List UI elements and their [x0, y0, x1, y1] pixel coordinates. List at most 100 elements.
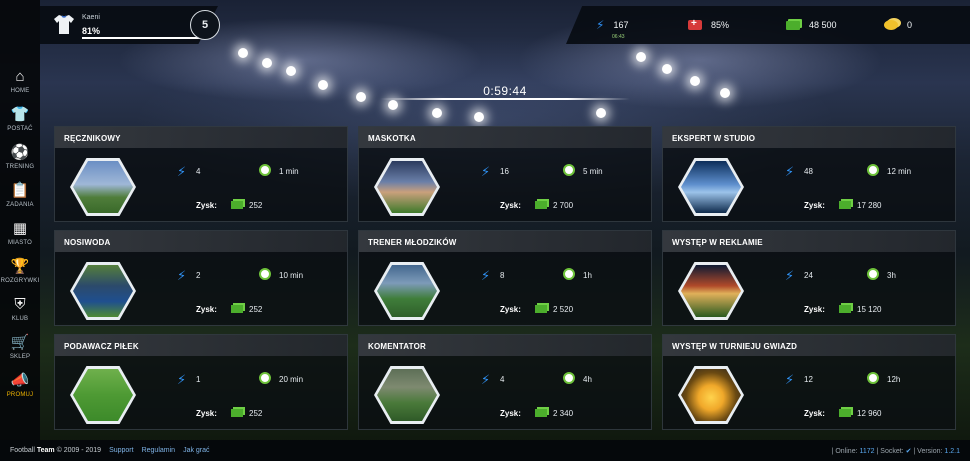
health-value: 85% — [711, 20, 730, 30]
sidebar-item-6[interactable]: ⛨ KLUB — [0, 290, 40, 328]
job-title: WYSTĘP W TURNIEJU GWIAZD — [663, 335, 955, 356]
job-energy: 4 — [500, 375, 505, 384]
job-card[interactable]: PODAWACZ PIŁEK ⚡ 1 20 min Zysk: 252 — [54, 334, 348, 430]
money-icon — [535, 305, 547, 313]
money-icon — [839, 409, 851, 417]
footer-brand-b: Team — [36, 447, 55, 454]
howto-link[interactable]: Jak grać — [183, 447, 209, 454]
job-duration: 1h — [583, 271, 592, 280]
job-title: EKSPERT W STUDIO — [663, 127, 955, 148]
sidebar-item-5[interactable]: 🏆 ROZGRYWKI — [0, 252, 40, 290]
energy-icon: ⚡ — [481, 372, 491, 387]
health-icon — [688, 18, 702, 30]
cart-icon: 🛒 — [10, 333, 30, 351]
job-card[interactable]: EKSPERT W STUDIO ⚡ 48 12 min Zysk: 17 280 — [662, 126, 956, 222]
sidebar-item-1[interactable]: 👕 POSTAĆ — [0, 100, 40, 138]
job-energy: 4 — [196, 167, 201, 176]
job-card[interactable]: KOMENTATOR ⚡ 4 4h Zysk: 2 340 — [358, 334, 652, 430]
energy-icon: ⚡ — [596, 18, 605, 32]
stopwatch-icon — [259, 268, 271, 280]
energy-value: 167 — [613, 20, 629, 30]
sidebar-item-8[interactable]: 📣 PROMUJ — [0, 366, 40, 404]
sidebar-item-label: MIASTO — [7, 239, 33, 246]
energy-icon: ⚡ — [177, 164, 187, 179]
trophy-icon: 🏆 — [10, 257, 30, 275]
job-energy: 48 — [804, 167, 813, 176]
job-duration: 12 min — [887, 167, 912, 176]
player-percent: 81% — [82, 26, 101, 36]
profit-label: Zysk: — [804, 409, 825, 418]
stopwatch-icon — [867, 164, 879, 176]
job-card[interactable]: MASKOTKA ⚡ 16 5 min Zysk: 2 700 — [358, 126, 652, 222]
clipboard-icon: 📋 — [10, 181, 30, 199]
job-card[interactable]: NOSIWODA ⚡ 2 10 min Zysk: 252 — [54, 230, 348, 326]
money-icon — [786, 20, 800, 30]
energy-icon: ⚡ — [785, 372, 795, 387]
profit-label: Zysk: — [500, 409, 521, 418]
coins-stat[interactable]: 0 — [884, 6, 912, 44]
version-value: 1.2.1 — [944, 448, 960, 455]
ball-icon: ⚽ — [10, 143, 30, 161]
job-image — [374, 262, 440, 320]
profit-label: Zysk: — [804, 201, 825, 210]
job-image — [678, 158, 744, 216]
profit-label: Zysk: — [500, 305, 521, 314]
job-image — [678, 262, 744, 320]
job-title: MASKOTKA — [359, 127, 651, 148]
support-link[interactable]: Support — [109, 447, 134, 454]
sidebar-item-3[interactable]: 📋 ZADANIA — [0, 176, 40, 214]
health-stat[interactable]: 85% — [688, 6, 729, 44]
rules-link[interactable]: Regulamin — [142, 447, 175, 454]
job-energy: 16 — [500, 167, 509, 176]
sidebar-item-label: PROMUJ — [6, 391, 34, 398]
money-value: 48 500 — [809, 20, 837, 30]
stopwatch-icon — [867, 268, 879, 280]
job-duration: 3h — [887, 271, 896, 280]
countdown-timer: 0:59:44 — [483, 84, 527, 98]
sidebar-item-4[interactable]: ▦ MIASTO — [0, 214, 40, 252]
job-card[interactable]: TRENER MŁODZIKÓW ⚡ 8 1h Zysk: 2 520 — [358, 230, 652, 326]
job-image — [374, 366, 440, 424]
stopwatch-icon — [563, 372, 575, 384]
job-card[interactable]: WYSTĘP W REKLAMIE ⚡ 24 3h Zysk: 15 120 — [662, 230, 956, 326]
money-icon — [231, 305, 243, 313]
sidebar-item-7[interactable]: 🛒 SKLEP — [0, 328, 40, 366]
energy-stat[interactable]: ⚡ 167 06:43 — [596, 6, 628, 44]
money-stat[interactable]: 48 500 — [786, 6, 837, 44]
job-profit: 17 280 — [857, 201, 882, 210]
job-card[interactable]: WYSTĘP W TURNIEJU GWIAZD ⚡ 12 12h Zysk: 12 96… — [662, 334, 956, 430]
sidebar-item-2[interactable]: ⚽ TRENING — [0, 138, 40, 176]
club-icon: ⛨ — [14, 295, 26, 313]
job-profit: 2 700 — [553, 201, 574, 210]
sidebar-item-0[interactable]: ⌂ HOME — [0, 62, 40, 100]
version-label: | Version: — [913, 448, 943, 455]
job-image — [70, 158, 136, 216]
stats-panel: ⚡ 167 06:43 85% 48 500 0 — [566, 6, 970, 44]
job-title: KOMENTATOR — [359, 335, 651, 356]
job-profit: 252 — [249, 409, 263, 418]
energy-icon: ⚡ — [481, 164, 491, 179]
job-energy: 1 — [196, 375, 201, 384]
job-duration: 4h — [583, 375, 592, 384]
job-image — [374, 158, 440, 216]
sidebar-item-label: HOME — [10, 87, 30, 94]
level-badge: 5 — [190, 10, 220, 40]
stopwatch-icon — [259, 164, 271, 176]
job-profit: 252 — [249, 201, 263, 210]
job-title: NOSIWODA — [55, 231, 347, 252]
profit-label: Zysk: — [500, 201, 521, 210]
job-duration: 1 min — [279, 167, 299, 176]
job-energy: 2 — [196, 271, 201, 280]
job-card[interactable]: RĘCZNIKOWY ⚡ 4 1 min Zysk: 252 — [54, 126, 348, 222]
job-title: WYSTĘP W REKLAMIE — [663, 231, 955, 252]
energy-icon: ⚡ — [177, 372, 187, 387]
shirt-icon — [54, 15, 74, 34]
money-icon — [839, 201, 851, 209]
megaphone-icon: 📣 — [10, 371, 30, 389]
profit-label: Zysk: — [196, 305, 217, 314]
job-duration: 10 min — [279, 271, 304, 280]
server-status: | Online: 1172 | Socket: ✔ | Version: 1.… — [832, 447, 960, 455]
energy-timer: 06:43 — [612, 34, 625, 40]
money-icon — [839, 305, 851, 313]
job-profit: 15 120 — [857, 305, 882, 314]
